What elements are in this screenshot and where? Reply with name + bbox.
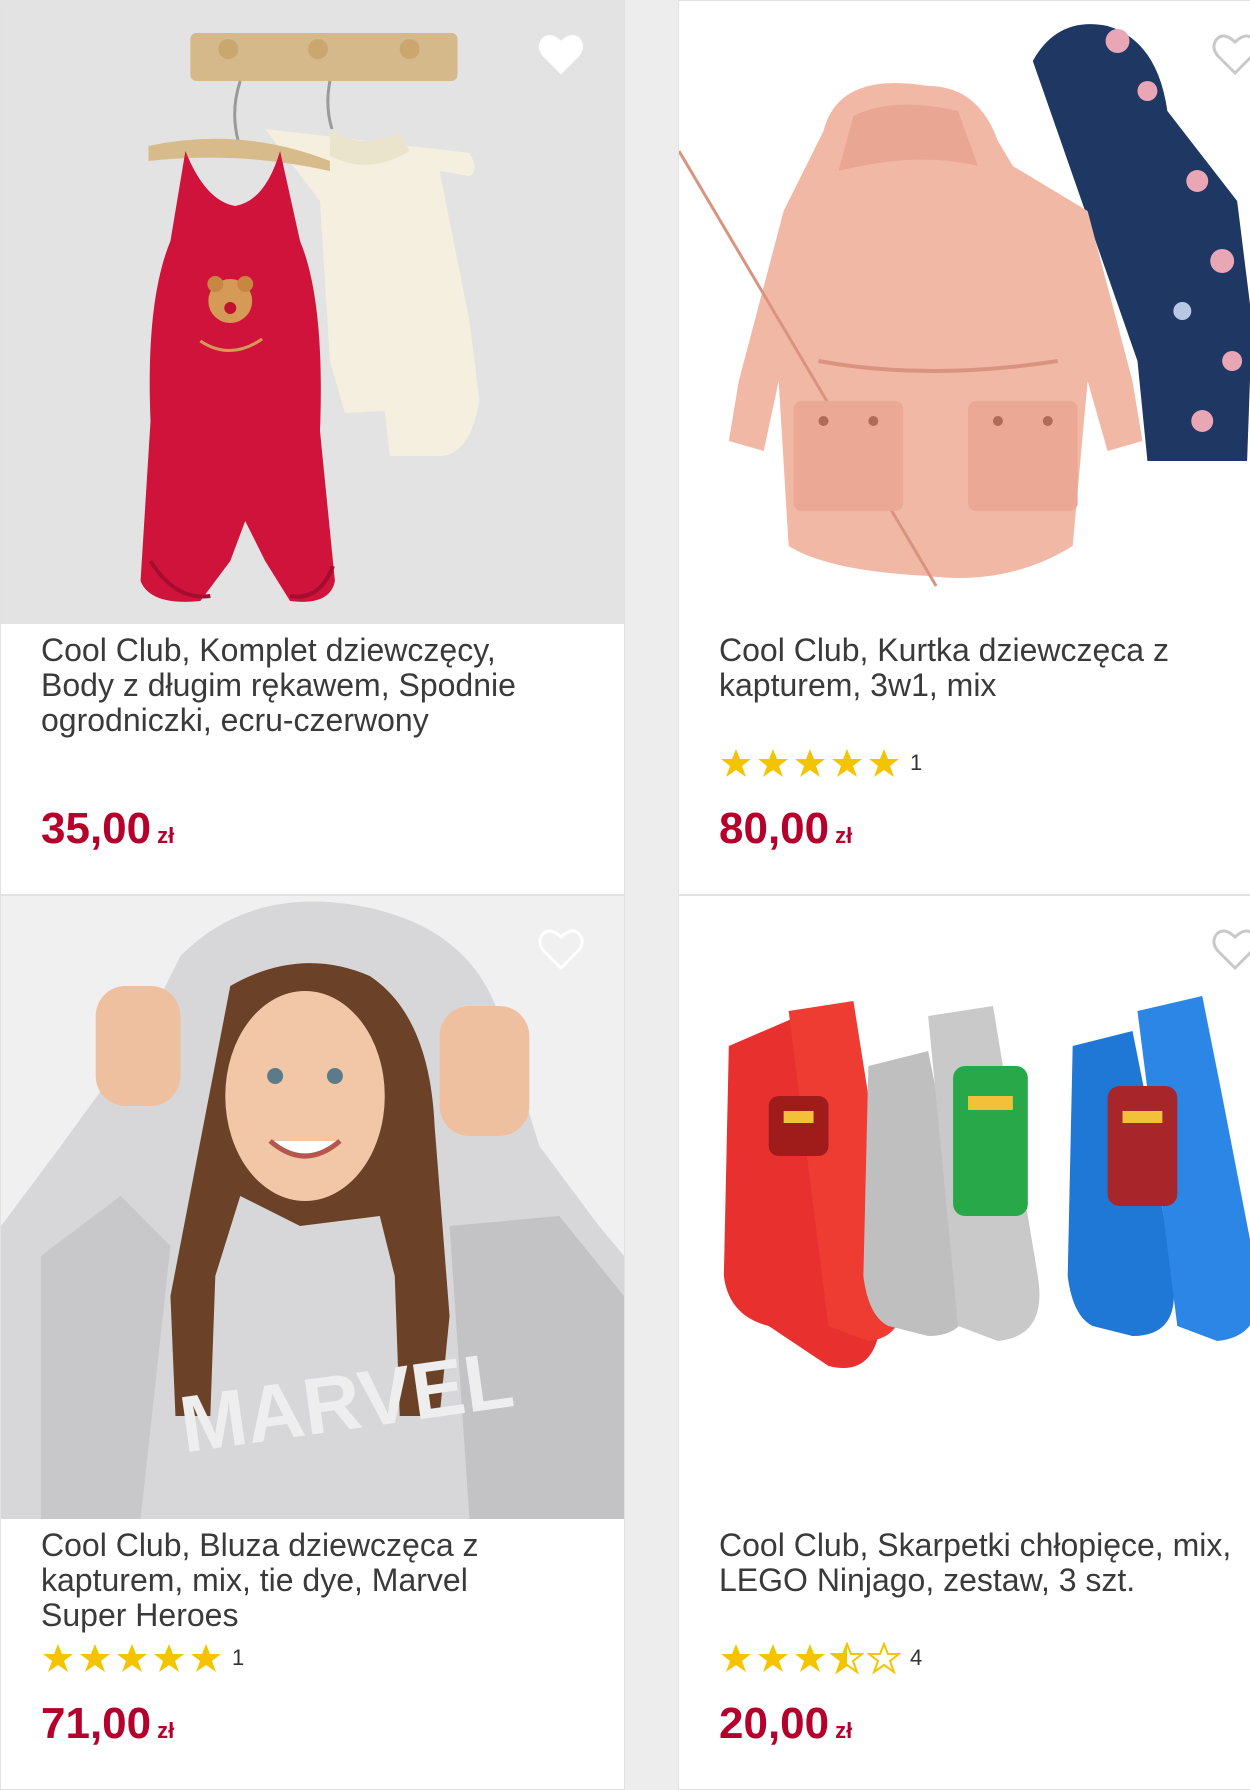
product-name[interactable]: Cool Club, Komplet dziewczęcy, Body z dł… <box>41 633 601 738</box>
product-image[interactable] <box>1 1 624 624</box>
price-currency: zł <box>835 823 853 848</box>
rating-stars <box>719 1642 904 1674</box>
product-price: 71,00 zł <box>41 1699 174 1756</box>
price-currency: zł <box>835 1718 853 1743</box>
price-value: 80,00 <box>719 804 830 853</box>
heart-outline-icon[interactable] <box>537 926 585 972</box>
star-icon <box>756 1642 790 1674</box>
product-card[interactable]: Cool Club, Komplet dziewczęcy, Body z dł… <box>0 0 625 895</box>
rating-count: 1 <box>910 750 923 775</box>
product-rating[interactable]: 1 <box>41 1641 244 1675</box>
empty-star-icon <box>867 1642 901 1674</box>
star-icon <box>115 1642 149 1674</box>
star-icon <box>719 1642 753 1674</box>
star-icon <box>78 1642 112 1674</box>
product-image[interactable]: MARVEL <box>1 896 624 1519</box>
rating-stars <box>41 1642 226 1674</box>
product-card[interactable]: Cool Club, Skarpetki chłopięce, mix, LEG… <box>678 895 1250 1790</box>
star-icon <box>793 1642 827 1674</box>
product-image[interactable] <box>679 1 1250 624</box>
star-icon <box>41 1642 75 1674</box>
star-icon <box>830 747 864 779</box>
price-currency: zł <box>157 1718 175 1743</box>
star-icon <box>719 747 753 779</box>
star-icon <box>189 1642 223 1674</box>
product-rating[interactable]: 1 <box>719 746 922 780</box>
price-currency: zł <box>157 823 175 848</box>
star-icon <box>152 1642 186 1674</box>
heart-outline-icon[interactable] <box>537 31 585 77</box>
rating-count: 4 <box>910 1645 923 1670</box>
half-star-icon <box>830 1642 864 1674</box>
heart-outline-icon[interactable] <box>1211 31 1250 77</box>
star-icon <box>793 747 827 779</box>
heart-outline-icon[interactable] <box>1211 926 1250 972</box>
star-icon <box>756 747 790 779</box>
product-card[interactable]: MARVEL Cool Club, Bluza dziewczęca z kap… <box>0 895 625 1790</box>
price-value: 35,00 <box>41 804 152 853</box>
product-image[interactable] <box>679 896 1250 1519</box>
product-name[interactable]: Cool Club, Kurtka dziewczęca z kapturem,… <box>719 633 1250 703</box>
product-price: 20,00 zł <box>719 1699 852 1756</box>
product-name[interactable]: Cool Club, Skarpetki chłopięce, mix, LEG… <box>719 1528 1250 1598</box>
star-icon <box>867 747 901 779</box>
rating-count: 1 <box>232 1645 245 1670</box>
product-card[interactable]: Cool Club, Kurtka dziewczęca z kapturem,… <box>678 0 1250 895</box>
price-value: 71,00 <box>41 1699 152 1748</box>
rating-stars <box>719 747 904 779</box>
price-value: 20,00 <box>719 1699 830 1748</box>
product-rating[interactable]: 4 <box>719 1641 922 1675</box>
product-price: 35,00 zł <box>41 804 174 861</box>
product-price: 80,00 zł <box>719 804 852 861</box>
product-name[interactable]: Cool Club, Bluza dziewczęca z kapturem, … <box>41 1528 601 1633</box>
